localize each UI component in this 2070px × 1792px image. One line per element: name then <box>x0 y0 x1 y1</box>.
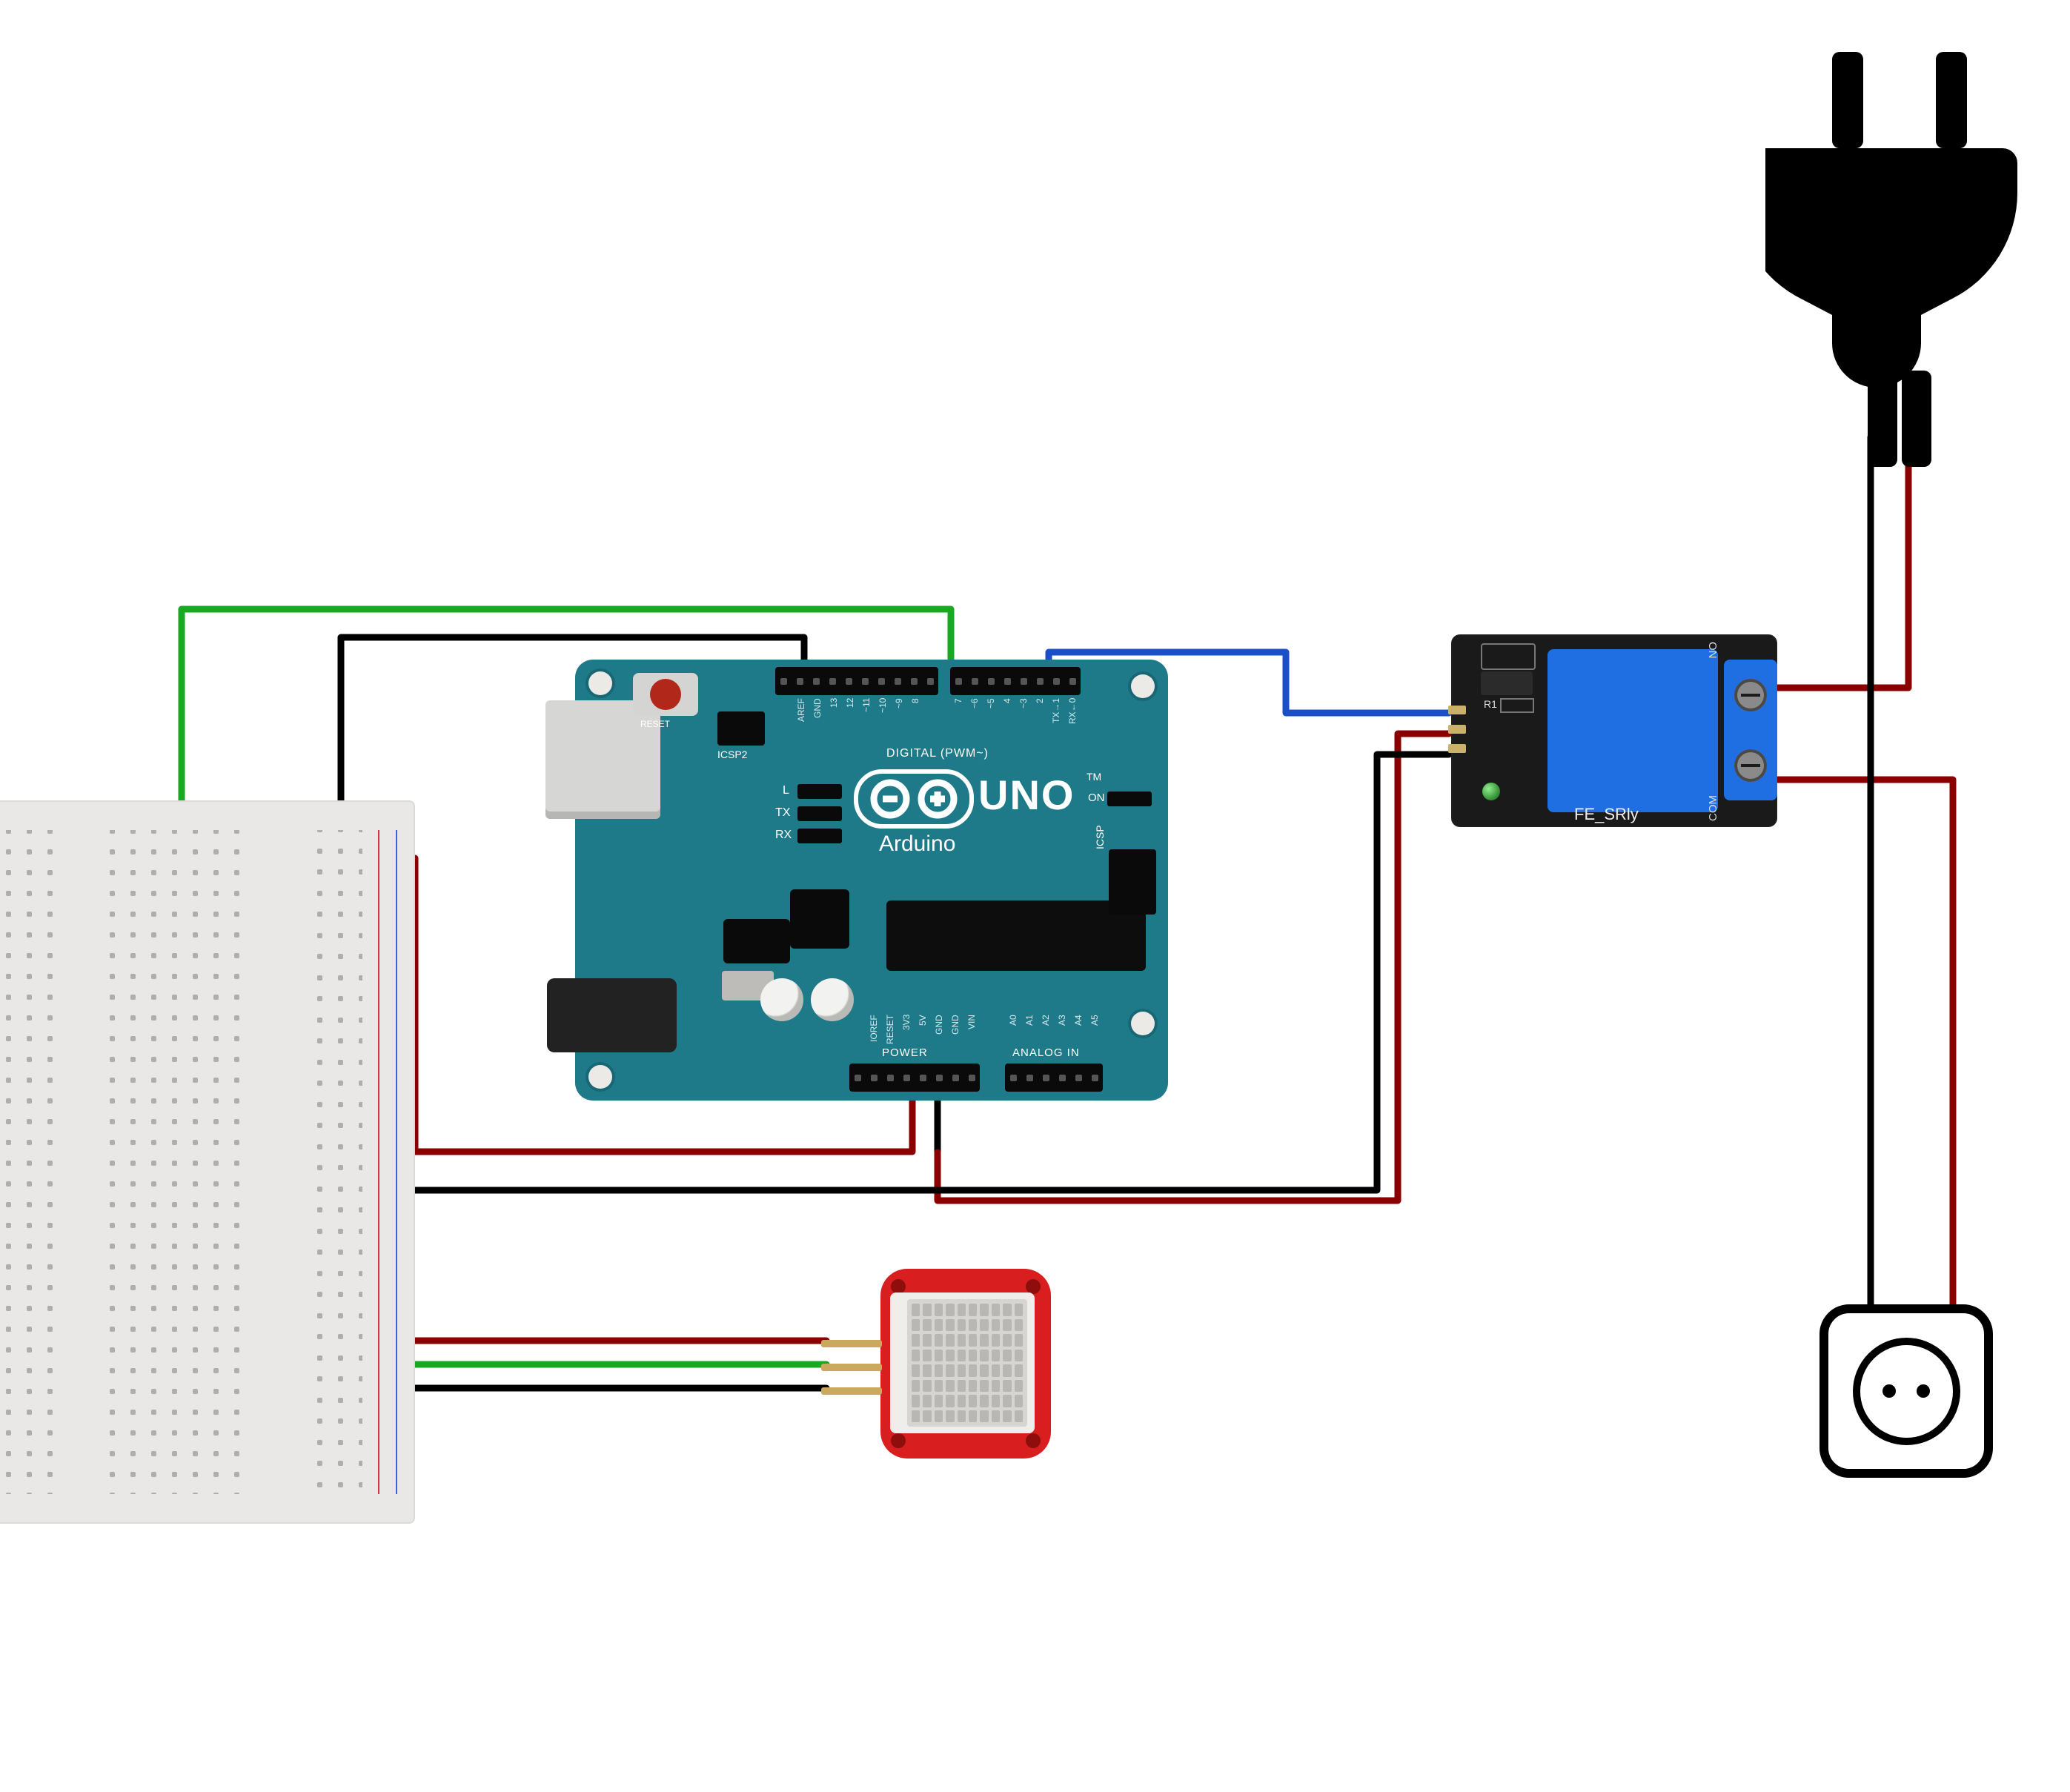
atmega328p-chip <box>886 900 1146 971</box>
dht-sensor-cap <box>890 1292 1035 1433</box>
pinlabels-top-left: . AREF GND 13 12 ~11 ~10 ~9 8 <box>777 698 923 743</box>
relay-transistor <box>1481 671 1533 695</box>
rx-label: RX <box>775 829 792 842</box>
led-tx <box>797 806 842 821</box>
relay-r1: R1 <box>1484 698 1497 710</box>
capacitor-1 <box>760 978 803 1021</box>
wire-plug-relay-no <box>1775 437 1908 688</box>
outlet-face <box>1853 1338 1960 1445</box>
led-rx <box>797 829 842 843</box>
dht-pin-vcc[interactable] <box>821 1340 882 1347</box>
outlet-hole-r <box>1917 1384 1930 1398</box>
relay-terminal-block[interactable] <box>1724 660 1777 800</box>
logo-infinity <box>854 769 974 829</box>
relay-pin-gnd[interactable] <box>1448 744 1466 753</box>
relay-screw-no[interactable] <box>1734 679 1767 711</box>
pinlabels-analog: A0 A1 A2 A3 A4 A5 <box>1005 1015 1103 1059</box>
plug-icon <box>1765 52 2032 467</box>
mount-hole-tl <box>891 1279 906 1294</box>
relay-input-pins[interactable] <box>1448 706 1466 753</box>
reset-label: RESET <box>640 719 670 729</box>
wire-arduino-gnd-bottom <box>371 1096 938 1190</box>
dht-pin-data[interactable] <box>821 1364 882 1371</box>
icsp2-label: ICSP2 <box>717 749 747 760</box>
icsp-label: ICSP <box>1094 825 1106 849</box>
mount-hole-br <box>1026 1433 1041 1448</box>
relay-body <box>1547 649 1718 812</box>
reset-button[interactable] <box>633 673 698 716</box>
usb-port[interactable] <box>545 700 660 819</box>
relay-brand: FE_SRly <box>1574 805 1639 824</box>
mount-hole-tr <box>1026 1279 1041 1294</box>
ac-plug[interactable] <box>1765 52 2032 471</box>
fritzing-canvas: RESET ICSP2 . AREF GND 13 12 ~11 ~10 ~9 … <box>0 0 2070 1792</box>
regulator <box>723 919 790 963</box>
led-on <box>1107 792 1152 806</box>
led-l <box>797 784 842 799</box>
relay-pin-vcc[interactable] <box>1448 725 1466 734</box>
capacitor-2 <box>811 978 854 1021</box>
relay-no-label: NO <box>1707 642 1719 659</box>
relay-pin-s[interactable] <box>1448 706 1466 714</box>
logo-uno: UNO <box>978 771 1075 819</box>
l-label: L <box>783 784 789 797</box>
relay-module[interactable]: R1 NO COM FE_SRly <box>1451 634 1777 827</box>
digital-label: DIGITAL (PWM~) <box>886 747 989 760</box>
dht-pins[interactable] <box>821 1340 882 1395</box>
relay-screw-com[interactable] <box>1734 749 1767 782</box>
relay-silk-diode <box>1481 643 1536 670</box>
bb-holes <box>0 800 415 1524</box>
mount-hole-bl <box>891 1433 906 1448</box>
header-analog[interactable] <box>1005 1063 1103 1092</box>
header-digital-left[interactable] <box>775 667 938 695</box>
header-power[interactable] <box>849 1063 980 1092</box>
barrel-jack[interactable] <box>547 978 677 1052</box>
icsp2[interactable] <box>717 711 765 746</box>
logo-arduino: Arduino <box>879 832 955 857</box>
icsp-header[interactable] <box>1109 849 1156 915</box>
dht-grille <box>907 1299 1027 1427</box>
relay-led <box>1482 783 1500 800</box>
ac-outlet[interactable] <box>1819 1304 1993 1478</box>
tx-label: TX <box>775 806 790 820</box>
on-label: ON <box>1088 792 1105 804</box>
pinlabels-power: IOREF RESET 3V3 5V GND GND VIN <box>866 1015 980 1059</box>
relay-com-label: COM <box>1707 795 1719 821</box>
logo-tm: TM <box>1087 771 1101 783</box>
dht22-module[interactable] <box>821 1269 1051 1459</box>
wire-relay-com-outlet <box>1775 780 1953 1312</box>
atmega16u2 <box>790 889 849 949</box>
arduino-uno[interactable]: RESET ICSP2 . AREF GND 13 12 ~11 ~10 ~9 … <box>575 660 1168 1101</box>
pinlabels-top-right: 7 ~6 ~5 4 ~3 2 TX→1 RX←0 <box>950 698 1081 743</box>
breadboard[interactable] <box>0 800 415 1524</box>
dht-pin-gnd[interactable] <box>821 1387 882 1395</box>
relay-resistor <box>1500 698 1534 713</box>
header-digital-right[interactable] <box>950 667 1081 695</box>
outlet-hole-l <box>1882 1384 1896 1398</box>
